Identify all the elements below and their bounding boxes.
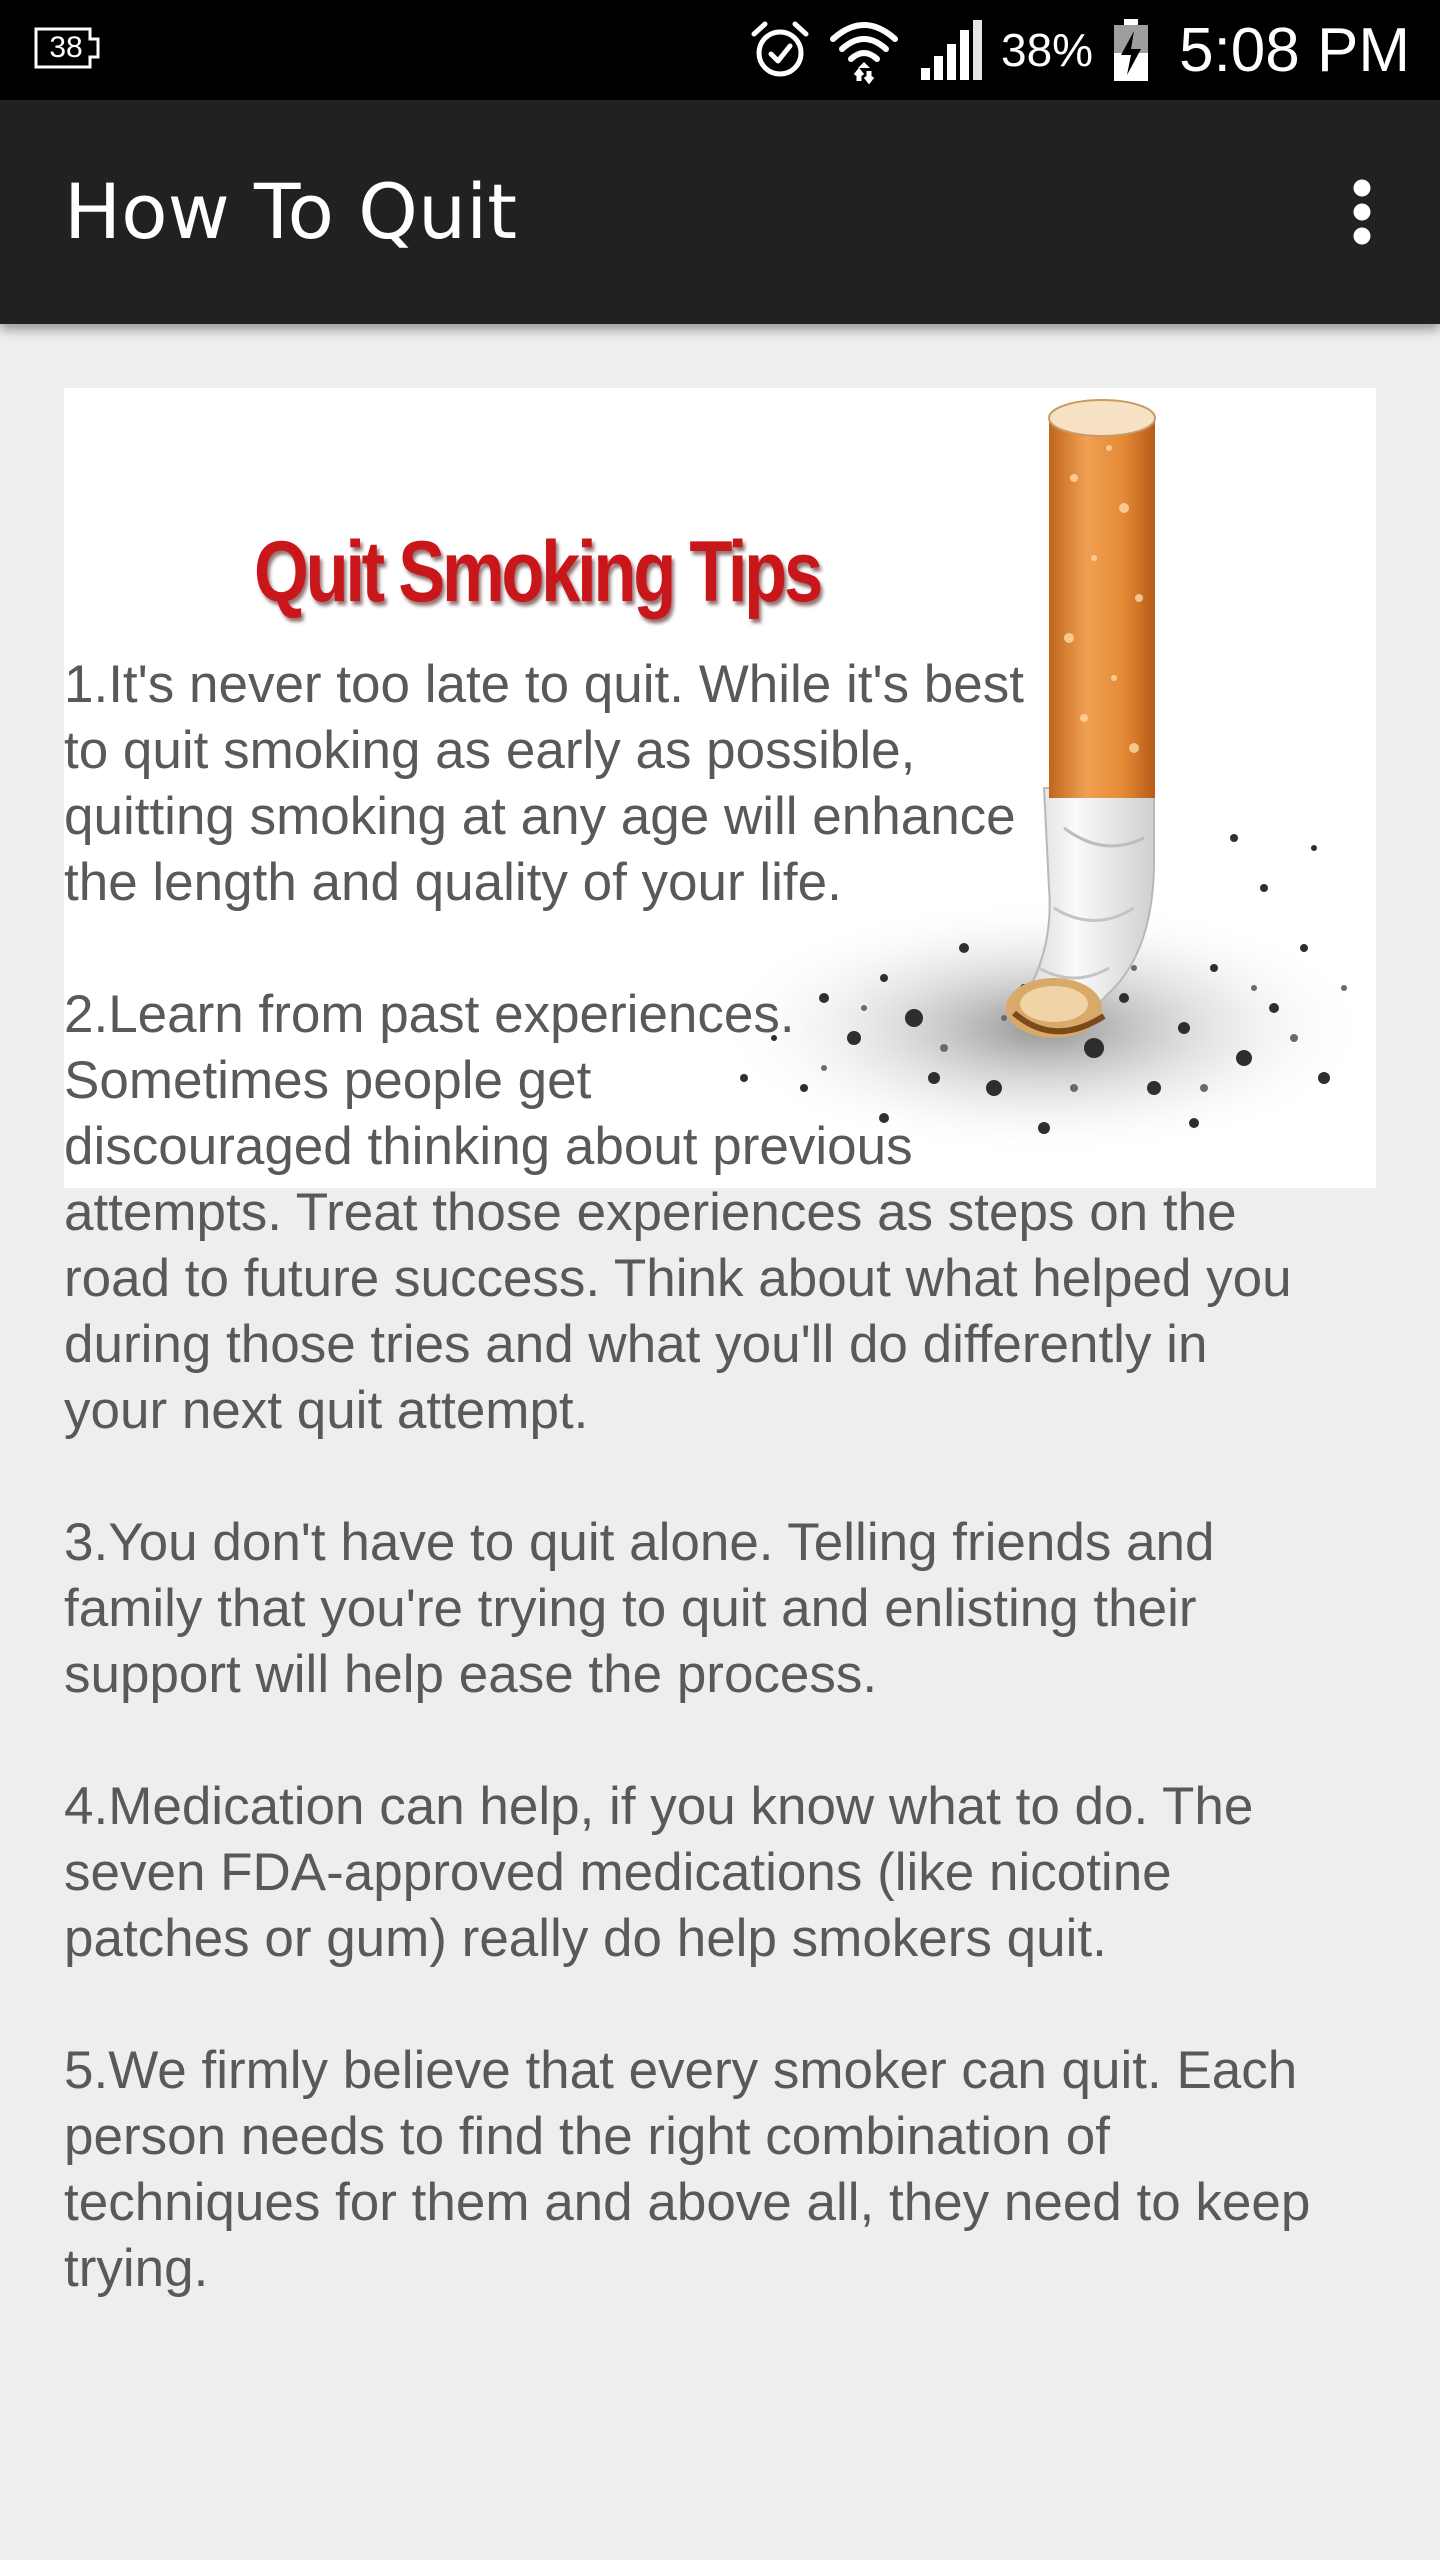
status-bar: 38 38% 5:08 PM bbox=[0, 0, 1440, 100]
alarm-icon bbox=[751, 21, 809, 77]
tips-list: 1.It's never too late to quit. While it'… bbox=[64, 652, 1394, 2302]
cell-signal-icon bbox=[921, 20, 983, 80]
content-area: Quit Smoking Tips 1.It's never too late … bbox=[0, 324, 1440, 2560]
wifi-icon bbox=[830, 22, 899, 85]
tip-4: 4.Medication can help, if you know what … bbox=[64, 1777, 1254, 1968]
tip-5: 5.We firmly believe that every smoker ca… bbox=[64, 2041, 1311, 2298]
tip-1: 1.It's never too late to quit. While it'… bbox=[64, 655, 1024, 912]
tip-3: 3.You don't have to quit alone. Telling … bbox=[64, 1513, 1215, 1704]
more-vert-icon bbox=[1353, 179, 1371, 245]
battery-charging-icon bbox=[1114, 19, 1149, 81]
notification-badge-icon: 38 bbox=[30, 25, 102, 71]
app-title: How To Quit bbox=[64, 167, 518, 256]
tip-2: 2.Learn from past experiences. Sometimes… bbox=[64, 985, 1292, 1440]
notification-count: 38 bbox=[49, 31, 83, 64]
status-icons: 38% 5:08 PM bbox=[749, 0, 1410, 100]
hero-title: Quit Smoking Tips bbox=[254, 524, 823, 620]
overflow-menu-button[interactable] bbox=[1312, 162, 1412, 262]
clock: 5:08 PM bbox=[1179, 15, 1410, 85]
app-bar: How To Quit bbox=[0, 100, 1440, 324]
battery-percent: 38% bbox=[1001, 24, 1094, 76]
